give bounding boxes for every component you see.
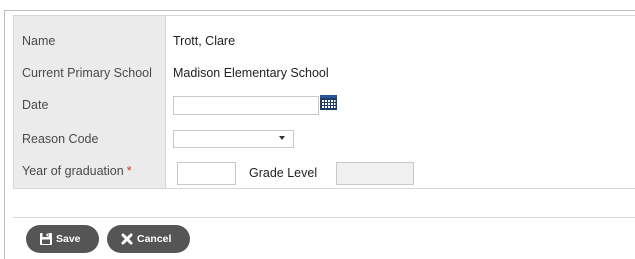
name-value: Trott, Clare — [173, 34, 236, 48]
year-of-graduation-label-text: Year of graduation — [22, 164, 124, 178]
year-of-graduation-label: Year of graduation * — [22, 164, 132, 178]
label-column: Name Current Primary School Date Reason … — [14, 16, 166, 188]
cancel-button[interactable]: Cancel — [107, 225, 190, 253]
year-of-graduation-input[interactable] — [177, 162, 236, 185]
reason-code-label: Reason Code — [22, 132, 99, 146]
name-label: Name — [22, 34, 56, 48]
date-label: Date — [22, 98, 49, 112]
chevron-down-icon — [279, 136, 285, 140]
date-input[interactable] — [173, 96, 319, 115]
form-table: Name Current Primary School Date Reason … — [13, 15, 635, 189]
reason-code-select[interactable] — [173, 130, 294, 148]
floppy-disk-icon — [40, 233, 52, 245]
close-x-icon — [121, 233, 133, 245]
grade-level-field — [336, 162, 414, 185]
divider — [13, 217, 635, 218]
current-primary-school-label: Current Primary School — [22, 66, 152, 80]
cancel-button-label: Cancel — [137, 233, 172, 245]
calendar-icon[interactable] — [320, 95, 337, 110]
required-marker: * — [126, 164, 132, 178]
save-button[interactable]: Save — [26, 225, 99, 253]
value-column: Trott, Clare Madison Elementary School G… — [166, 16, 635, 188]
grade-level-label: Grade Level — [249, 166, 318, 180]
current-primary-school-value: Madison Elementary School — [173, 66, 329, 80]
save-button-label: Save — [56, 233, 81, 245]
